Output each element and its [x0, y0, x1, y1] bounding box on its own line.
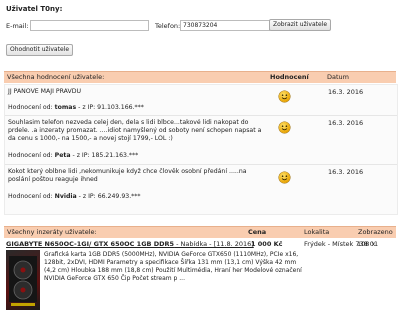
review-author: Nvidia [54, 193, 77, 200]
listings-header-location: Lokalita [304, 228, 330, 236]
listing-price: 1 000 Kč [251, 240, 283, 248]
review-date: 16.3. 2016 [328, 168, 364, 176]
review-text: JJ PANOVE MAJI PRAVDU [8, 88, 82, 95]
review-date: 16.3. 2016 [328, 88, 364, 96]
reviews-header-rating: Hodnocení [270, 73, 309, 81]
phone-label: Telefon: [155, 22, 181, 30]
review-text: Kokot který oblbne lidi ,nekomunikuje kd… [8, 168, 247, 183]
email-label: E-mail: [6, 22, 29, 30]
review-item: Souhlasim telefon nezveda celej den, del… [5, 116, 397, 165]
rate-user-button[interactable]: Ohodnotit uživatele [6, 44, 74, 56]
review-ip: - z IP: 185.21.163.*** [70, 152, 139, 159]
positive-smiley-icon [279, 172, 290, 183]
phone-field[interactable]: 730873204 [180, 20, 270, 31]
review-meta: Hodnocení od: Peta - z IP: 185.21.163.**… [8, 152, 138, 159]
listing-title-link[interactable]: GIGABYTE N650OC-1GI/ GTX 650OC 1GB DDR5 [6, 240, 174, 248]
graphics-card-image [9, 256, 37, 306]
positive-smiley-icon [279, 91, 290, 102]
listings-header-views: Zobrazeno [358, 228, 393, 236]
review-author: tomas [54, 104, 77, 111]
email-field[interactable] [30, 20, 149, 31]
review-author: Peta [54, 152, 71, 159]
user-profile-page: Uživatel T0ny: E-mail: Telefon: 73087320… [0, 0, 400, 316]
review-meta-label: Hodnocení od: [8, 152, 55, 159]
review-date: 16.3. 2016 [328, 119, 364, 127]
listing-thumbnail[interactable] [6, 250, 40, 310]
listing-views: 108 x [357, 240, 376, 248]
reviews-header: Všechna hodnocení uživatele: Hodnocení D… [4, 71, 396, 83]
listing-title-row: GIGABYTE N650OC-1GI/ GTX 650OC 1GB DDR5 … [6, 240, 254, 248]
review-meta-label: Hodnocení od: [8, 193, 55, 200]
reviews-header-date: Datum [327, 73, 349, 81]
positive-smiley-icon [279, 122, 290, 133]
review-meta: Hodnocení od: tomas - z IP: 91.103.166.*… [8, 104, 144, 111]
review-ip: - z IP: 91.103.166.*** [76, 104, 144, 111]
show-user-button[interactable]: Zobrazit uživatele [269, 19, 332, 31]
reviews-header-title: Všechna hodnocení uživatele: [7, 73, 105, 81]
listings-header-price: Cena [248, 228, 267, 236]
review-item: Kokot který oblbne lidi ,nekomunikuje kd… [5, 165, 397, 213]
review-item: JJ PANOVE MAJI PRAVDU Hodnocení od: toma… [5, 85, 397, 116]
review-text: Souhlasim telefon nezveda celej den, del… [8, 119, 262, 142]
listing-description: Grafická karta 1GB DDR5 (5000MHz), NVIDI… [44, 251, 302, 282]
reviews-list: JJ PANOVE MAJI PRAVDU Hodnocení od: toma… [4, 84, 398, 215]
listings-header: Všechny inzeráty uživatele: Cena Lokalit… [4, 226, 396, 238]
review-meta: Hodnocení od: Nvidia - z IP: 66.249.93.*… [8, 193, 140, 200]
review-ip: - z IP: 66.249.93.*** [76, 193, 141, 200]
listing-meta: - Nabídka - [11.8. 2016] [174, 240, 254, 248]
review-meta-label: Hodnocení od: [8, 104, 55, 111]
search-form: E-mail: Telefon: 730873204 Zobrazit uživ… [6, 19, 396, 32]
listings-header-title: Všechny inzeráty uživatele: [7, 228, 97, 236]
page-title: Uživatel T0ny: [6, 5, 63, 13]
